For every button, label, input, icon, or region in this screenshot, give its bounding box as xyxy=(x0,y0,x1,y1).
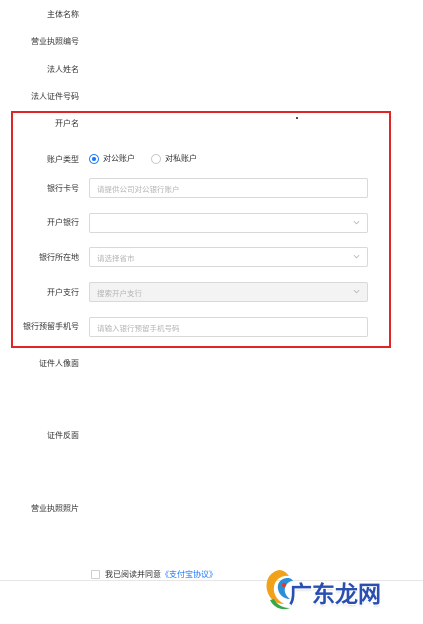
business-license-no-label: 营业执照编号 xyxy=(31,37,79,46)
branch-placeholder: 搜索开户支行 xyxy=(97,289,142,298)
bank-location-select[interactable]: 请选择省市 xyxy=(89,247,368,267)
agree-prefix: 我已阅读并同意 xyxy=(105,570,161,579)
license-photo-label: 营业执照照片 xyxy=(31,504,79,513)
chevron-down-icon xyxy=(353,289,360,294)
agree-text: 我已阅读并同意《支付宝协议》 xyxy=(105,569,217,580)
radio-corporate-account[interactable] xyxy=(89,153,99,164)
branch-select[interactable]: 搜索开户支行 xyxy=(89,282,368,302)
chevron-down-icon xyxy=(353,254,360,259)
phone-placeholder: 请输入银行预留手机号码 xyxy=(97,324,180,333)
legal-person-id-label: 法人证件号码 xyxy=(31,92,79,101)
phone-input[interactable]: 请输入银行预留手机号码 xyxy=(89,317,368,337)
branch-label: 开户支行 xyxy=(47,288,79,297)
account-type-label: 账户类型 xyxy=(47,155,79,164)
watermark-logo: 广东龙网 xyxy=(262,564,422,616)
subject-name-label: 主体名称 xyxy=(47,10,79,19)
phone-label: 银行预留手机号 xyxy=(23,322,79,331)
stray-dot xyxy=(296,117,298,119)
bank-location-label: 银行所在地 xyxy=(39,253,79,262)
radio-personal-account[interactable] xyxy=(151,153,161,164)
radio-personal-label[interactable]: 对私账户 xyxy=(165,153,197,164)
watermark-text: 广东龙网 xyxy=(289,582,381,608)
bank-card-placeholder: 请提供公司对公银行账户 xyxy=(97,185,180,194)
bank-label: 开户银行 xyxy=(47,218,79,227)
account-type-radio-group: 对公账户 对私账户 xyxy=(89,153,213,164)
id-back-label: 证件反面 xyxy=(47,431,79,440)
bank-select[interactable] xyxy=(89,213,368,233)
bank-card-label: 银行卡号 xyxy=(47,184,79,193)
account-name-label: 开户名 xyxy=(55,119,79,128)
radio-corporate-label[interactable]: 对公账户 xyxy=(103,153,135,164)
chevron-down-icon xyxy=(353,220,360,225)
bank-location-placeholder: 请选择省市 xyxy=(97,254,135,263)
agree-checkbox[interactable] xyxy=(91,570,100,579)
legal-person-name-label: 法人姓名 xyxy=(47,65,79,74)
id-front-label: 证件人像面 xyxy=(39,359,79,368)
alipay-agreement-link[interactable]: 《支付宝协议》 xyxy=(161,570,217,579)
bank-card-input[interactable]: 请提供公司对公银行账户 xyxy=(89,178,368,198)
